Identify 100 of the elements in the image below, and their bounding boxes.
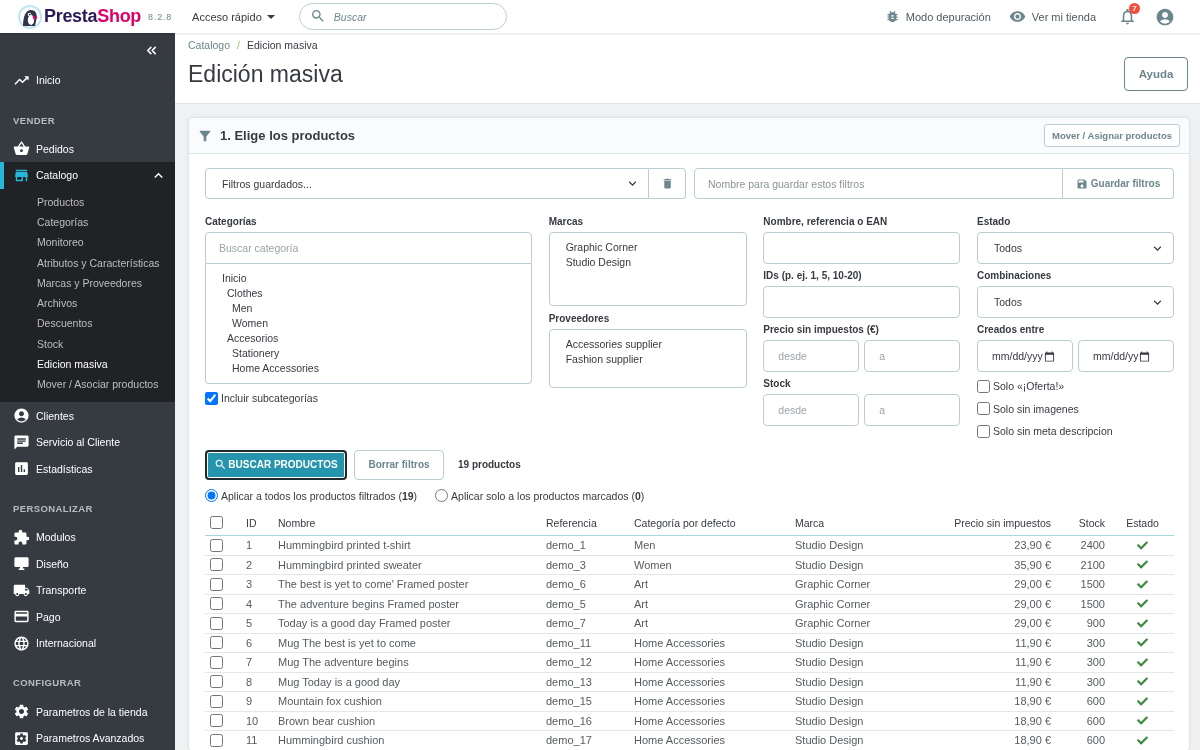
table-cell: 1500 xyxy=(1057,574,1111,594)
sidebar-item[interactable]: Estadísticas xyxy=(0,455,175,482)
price-to-input[interactable]: a xyxy=(864,340,961,372)
sidebar-item[interactable]: Parametros Avanzados xyxy=(0,724,175,750)
sidebar-subitem[interactable]: Stock xyxy=(37,333,64,354)
category-search-field[interactable]: Buscar categoría xyxy=(205,232,532,264)
sidebar-subitem[interactable]: Mover / Asociar productos xyxy=(37,374,159,395)
stock-from-input[interactable]: desde xyxy=(763,394,860,426)
table-cell: Studio Design xyxy=(789,730,900,750)
category-option[interactable]: Men xyxy=(231,301,254,316)
category-option[interactable]: Inicio xyxy=(221,271,248,286)
sidebar-item[interactable]: Pedidos xyxy=(0,135,175,162)
bell-icon[interactable] xyxy=(1118,7,1137,26)
row-checkbox[interactable] xyxy=(210,733,223,747)
combinations-select[interactable]: Todos xyxy=(976,286,1174,318)
row-checkbox[interactable] xyxy=(210,597,223,611)
row-checkbox[interactable] xyxy=(210,538,223,552)
category-option[interactable]: Home Accessories xyxy=(231,361,320,376)
table-cell: 3 xyxy=(240,574,272,594)
row-checkbox[interactable] xyxy=(210,616,223,630)
sidebar-item[interactable]: Pago xyxy=(0,603,175,630)
select-all-checkbox[interactable] xyxy=(210,516,223,530)
sidebar-subitem[interactable]: Categorías xyxy=(37,211,89,233)
search-icon xyxy=(214,458,228,471)
row-checkbox[interactable] xyxy=(210,714,223,728)
row-checkbox[interactable] xyxy=(210,577,223,591)
field-label: Categorías xyxy=(205,215,257,228)
category-list[interactable]: Inicio Clothes Men Women Accesorios Stationery Home Accessories xyxy=(205,264,532,384)
status-select[interactable]: Todos xyxy=(976,232,1174,264)
quick-access-menu[interactable]: Acceso rápido xyxy=(192,10,275,23)
brand-list[interactable]: Graphic Corner Studio Design xyxy=(548,232,747,306)
category-option[interactable]: Clothes xyxy=(226,286,264,301)
brand-option[interactable]: Studio Design xyxy=(564,255,633,270)
delete-filter-button[interactable] xyxy=(649,168,686,199)
supplier-option[interactable]: Accessories supplier xyxy=(564,337,663,352)
column-header: Referencia xyxy=(540,510,628,536)
table-cell: Graphic Corner xyxy=(789,594,900,614)
table-cell: 18,90 € xyxy=(900,730,1057,750)
table-cell: 300 xyxy=(1057,672,1111,692)
table-cell: 8 xyxy=(240,672,272,692)
debug-mode-link[interactable]: Modo depuración xyxy=(884,9,991,24)
filter-name-input[interactable]: Nombre para guardar estos filtros xyxy=(694,168,1063,199)
breadcrumb-link[interactable]: Catalogo xyxy=(188,38,231,52)
category-option[interactable]: Women xyxy=(231,316,269,331)
category-option[interactable]: Accesorios xyxy=(226,331,280,346)
name-input[interactable] xyxy=(763,232,961,264)
checkbox[interactable] xyxy=(976,379,990,393)
panel-title: 1. Elige los productos xyxy=(220,128,356,143)
sidebar-item[interactable]: Parametros de la tienda xyxy=(0,698,175,725)
sidebar-subitem[interactable]: Archivos xyxy=(37,293,78,314)
date-field[interactable]: mm/dd/yyy xyxy=(976,340,1073,372)
search-field[interactable]: Buscar xyxy=(298,3,507,30)
checkbox[interactable] xyxy=(976,402,990,416)
view-store-link[interactable]: Ver mi tienda xyxy=(1008,8,1096,25)
supplier-list[interactable]: Accessories supplier Fashion supplier xyxy=(548,329,747,388)
sidebar-item[interactable]: Internacional xyxy=(0,629,175,657)
sidebar-subitem[interactable]: Atributos y Características xyxy=(37,252,160,273)
saved-filters-select[interactable]: Filtros guardados... xyxy=(205,168,649,199)
search-products-button[interactable]: BUSCAR PRODUCTOS xyxy=(205,449,347,480)
sidebar-item[interactable]: Modulos xyxy=(0,523,175,551)
date-field[interactable]: mm/dd/yy xyxy=(1077,340,1174,372)
row-checkbox[interactable] xyxy=(210,558,223,572)
user-icon[interactable] xyxy=(1155,6,1175,27)
table-cell: demo_17 xyxy=(540,730,628,750)
price-from-input[interactable]: desde xyxy=(763,340,860,372)
sidebar-subitem[interactable]: Productos xyxy=(37,191,85,212)
sidebar-subitem[interactable]: Descuentos xyxy=(37,313,93,334)
column-header: Precio sin impuestos xyxy=(900,510,1057,536)
sidebar-item[interactable]: Transporte xyxy=(0,576,175,604)
row-checkbox[interactable] xyxy=(210,694,223,708)
clear-filters-button[interactable]: Borrar filtros xyxy=(354,449,444,480)
radio-button[interactable] xyxy=(205,489,218,502)
sidebar-subitem[interactable]: Marcas y Proveedores xyxy=(37,272,143,293)
table-cell: demo_1 xyxy=(540,535,628,555)
basket-icon xyxy=(13,140,30,158)
stock-to-input[interactable]: a xyxy=(864,394,961,426)
table-cell: Graphic Corner xyxy=(789,574,900,594)
sidebar-item[interactable]: Catalogo xyxy=(0,162,175,189)
sidebar-item[interactable]: Inicio xyxy=(0,67,175,94)
brand-option[interactable]: Graphic Corner xyxy=(564,240,639,255)
ids-input[interactable] xyxy=(763,286,961,318)
breadcrumb-separator: / xyxy=(237,38,240,52)
sidebar-subitem[interactable]: Monitoreo xyxy=(37,232,84,253)
save-filters-button[interactable]: Guardar filtros xyxy=(1063,168,1174,199)
checkbox[interactable] xyxy=(205,391,218,405)
sidebar-item[interactable]: Diseño xyxy=(0,550,175,577)
section-heading: VENDER xyxy=(13,114,55,127)
sidebar-item[interactable]: Clientes xyxy=(0,402,175,429)
row-checkbox[interactable] xyxy=(210,636,223,650)
column-header: Nombre xyxy=(272,510,540,536)
help-button[interactable]: Ayuda xyxy=(1124,57,1188,91)
sidebar-item[interactable]: Servicio al Cliente xyxy=(0,428,175,456)
row-checkbox[interactable] xyxy=(210,655,223,669)
row-checkbox[interactable] xyxy=(210,675,223,689)
radio-button[interactable] xyxy=(435,489,449,502)
sidebar-subitem[interactable]: Edicion masiva xyxy=(37,353,108,375)
supplier-option[interactable]: Fashion supplier xyxy=(564,352,644,367)
category-option[interactable]: Stationery xyxy=(231,346,281,361)
checkbox[interactable] xyxy=(976,424,990,438)
move-assign-button[interactable]: Mover / Asignar productos xyxy=(1044,124,1180,147)
